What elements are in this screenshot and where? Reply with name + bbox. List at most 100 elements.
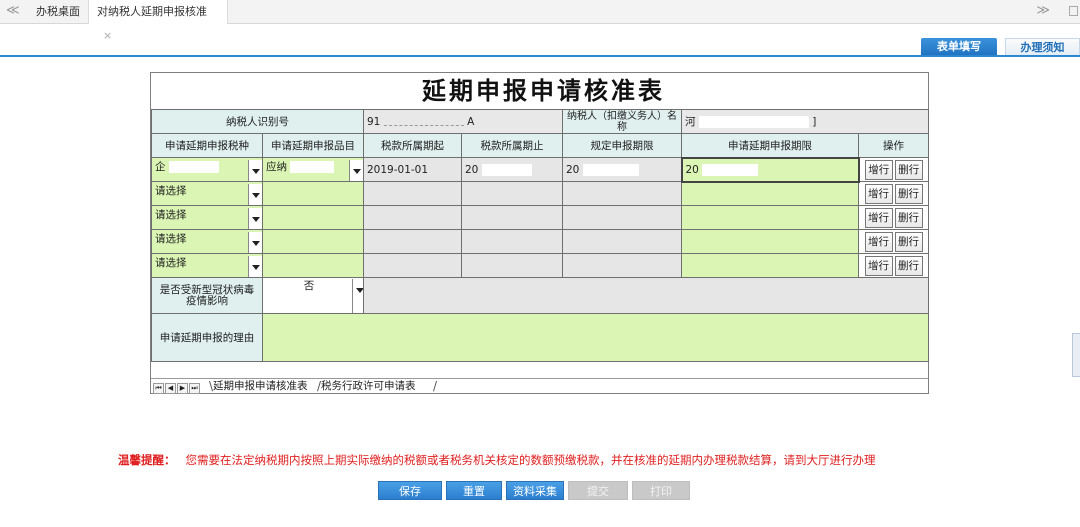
sheet-tab-approval[interactable]: 延期申报申请核准表 [213,379,308,394]
taxpayer-name-value: 河 [685,116,696,128]
tab-underline [0,55,1080,57]
deadline-value: 20 [566,163,580,176]
deadline-cell [562,205,682,230]
header-period-start: 税款所属期起 [363,133,462,158]
row-ops: 增行 删行 [857,157,930,182]
header-tax-type: 申请延期申报税种 [151,133,263,158]
table-row: 请选择 增行 删行 [151,229,930,254]
covid-select[interactable]: 否 [262,277,364,314]
side-float-tab[interactable] [1072,333,1080,377]
sheet-tab-license[interactable]: 税务行政许可申请表 [321,379,416,394]
form-title: 延期申报申请核准表 [422,76,665,105]
tax-type-placeholder: 请选择 [155,256,187,269]
deadline-cell: 20 [562,157,682,182]
apply-deadline-input[interactable] [681,181,859,206]
redaction [702,163,759,176]
tax-type-select[interactable]: 请选择 [151,229,263,254]
taxpayer-id-field: 91 A [363,109,563,134]
scroll-right-icon[interactable]: ≫ [1036,3,1050,18]
tax-item-select[interactable]: 应纳 [262,157,364,182]
chevron-down-icon[interactable] [248,255,262,277]
delete-row-button[interactable]: 删行 [894,207,923,228]
delete-row-button[interactable]: 删行 [894,231,923,252]
header-ops: 操作 [857,133,930,158]
submit-button[interactable]: 提交 [568,481,628,500]
period-start-cell [363,205,462,230]
top-tab-bar: ≪ 办税桌面 对纳税人延期申报核准 × ≫ [0,0,1080,42]
chevron-down-icon[interactable] [248,231,262,253]
form-title-row: 延期申报申请核准表 [151,73,928,109]
tab-desktop[interactable]: 办税桌面 [28,0,88,24]
tax-type-select[interactable]: 请选择 [151,205,263,230]
tax-item-input[interactable] [262,229,364,254]
apply-deadline-input[interactable] [681,229,859,254]
redaction [290,160,335,173]
chevron-down-icon[interactable] [248,159,262,181]
apply-deadline-input[interactable]: 20 [680,156,860,183]
close-icon[interactable]: × [103,29,112,42]
redaction [582,163,639,176]
tax-item-input[interactable] [262,253,364,278]
save-button[interactable]: 保存 [378,481,442,500]
apply-deadline-input[interactable] [681,253,859,278]
add-row-button[interactable]: 增行 [864,183,893,204]
header-period-end: 税款所属期止 [461,133,563,158]
collect-button[interactable]: 资料采集 [506,481,564,500]
delete-row-button[interactable]: 删行 [894,183,923,204]
window-icon[interactable] [1069,6,1078,16]
taxpayer-name-field: 河 ] [680,109,930,134]
row-ops: 增行 删行 [857,205,930,230]
reason-input[interactable] [261,313,930,362]
delete-row-button[interactable]: 删行 [894,159,923,180]
deadline-cell [562,229,682,254]
covid-label: 是否受新型冠状病毒疫情影响 [151,277,263,314]
taxpayer-name-label: 纳税人（扣缴义务人）名称 [562,109,682,134]
reset-button[interactable]: 重置 [446,481,502,500]
deadline-cell [562,181,682,206]
chevron-down-icon[interactable] [349,159,363,181]
add-row-button[interactable]: 增行 [864,255,893,276]
taxpayer-id-tail: A [467,115,475,128]
first-sheet-icon[interactable]: ⏮ [153,383,164,394]
tax-type-placeholder: 请选择 [155,184,187,197]
period-end-value: 20 [465,163,479,176]
print-button[interactable]: 打印 [632,481,690,500]
table-row: 请选择 增行 删行 [151,205,930,230]
reminder-text: 温馨提醒： 您需要在法定纳税期内按照上期实际缴纳的税额或者税务机关核定的数额预缴税… [118,452,988,468]
add-row-button[interactable]: 增行 [864,159,893,180]
deadline-cell [562,253,682,278]
scroll-left-icon[interactable]: ≪ [6,3,20,18]
tax-type-select[interactable]: 请选择 [151,253,263,278]
tab-form-fill[interactable]: 表单填写 [921,38,997,56]
redaction [481,163,532,176]
tax-type-select[interactable]: 企 [151,157,263,182]
tab-instructions[interactable]: 办理须知 [1005,38,1080,56]
add-row-button[interactable]: 增行 [864,207,893,228]
redaction [168,160,219,173]
chevron-down-icon[interactable] [352,279,363,313]
redaction [698,116,809,128]
row-ops: 增行 删行 [857,181,930,206]
row-ops: 增行 删行 [857,229,930,254]
reminder-label: 温馨提醒： [118,453,176,467]
period-end-cell: 20 [461,157,563,182]
period-end-cell [461,253,563,278]
chevron-down-icon[interactable] [248,207,262,229]
chevron-down-icon[interactable] [248,183,262,205]
form-table: 纳税人识别号 91 A 纳税人（扣缴义务人）名称 河 ] 申请延期申报税种 申请… [151,109,930,362]
table-row: 请选择 增行 删行 [151,181,930,206]
tax-item-input[interactable] [262,181,364,206]
last-sheet-icon[interactable]: ⏭ [189,383,200,394]
next-sheet-icon[interactable]: ▶ [177,383,188,394]
apply-deadline-input[interactable] [681,205,859,230]
delete-row-button[interactable]: 删行 [894,255,923,276]
tax-type-select[interactable]: 请选择 [151,181,263,206]
tax-item-input[interactable] [262,205,364,230]
tab-deferred-filing[interactable]: 对纳税人延期申报核准 × [88,0,228,42]
prev-sheet-icon[interactable]: ◀ [165,383,176,394]
taxpayer-id-label: 纳税人识别号 [151,109,364,134]
form-frame: 延期申报申请核准表 纳税人识别号 91 A 纳税人（扣缴义务人）名称 河 ] 申… [150,72,930,394]
period-end-cell [461,229,563,254]
add-row-button[interactable]: 增行 [864,231,893,252]
sheet-tab-bar: ⏮ ◀ ▶ ⏭ \ 延期申报申请核准表 / 税务行政许可申请表 / [151,378,928,394]
